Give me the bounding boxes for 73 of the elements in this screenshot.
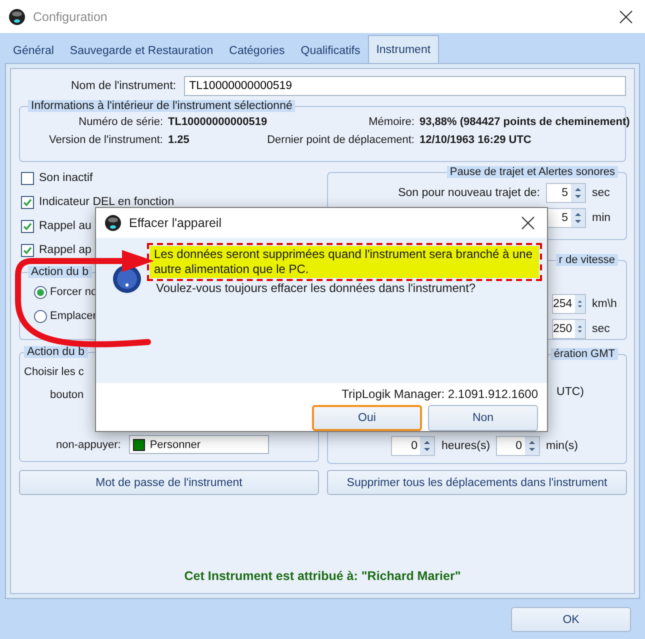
ok-button[interactable]: OK [511,607,631,632]
action-button[interactable]: Supprimer tous les déplacements dans l'instrument [327,470,627,495]
number-field[interactable]: 254 [552,294,586,314]
tab[interactable]: Catégories [221,37,293,63]
app-icon [8,8,26,26]
field-value: 12/10/1963 16:29 UTC [419,134,532,146]
radio-label: Emplacer [50,310,96,322]
checkbox-label: Rappel au [39,220,92,232]
unit-label: min [592,212,612,224]
checkbox[interactable] [21,220,34,232]
label-text: UTC) [556,386,584,400]
field-value: TL10000000000519 [168,116,268,128]
app-icon [104,214,122,232]
spin-arrows-icon[interactable] [525,437,540,455]
number-field[interactable]: 250 [552,318,586,338]
unit-label: sec [592,322,611,334]
action-button[interactable]: Mot de passe de l'instrument [19,470,319,495]
number-field[interactable]: 0 [391,436,436,456]
field-value: 93,88% (984427 points de cheminement) [419,116,630,128]
field-label: non-appuyer: [56,438,121,450]
field-value: 1.25 [168,134,190,146]
unit-label: sec [592,186,611,198]
group-title: Action du b [28,266,92,278]
field-label: Nom de l'instrument: [71,80,176,92]
dropdown[interactable]: Personner [128,435,269,454]
label-text: Choisir les c [24,364,85,380]
group-title: ération GMT [550,348,618,360]
group-title: Informations à l'intérieur de l'instrument sélectionné [28,100,296,112]
spin-arrows-icon[interactable] [571,208,585,226]
close-icon [619,10,633,24]
tab[interactable]: Instrument [368,35,439,64]
group-title: Pause de trajet et Alertes sonores [446,166,618,178]
spin-arrows-icon[interactable] [575,294,585,312]
radio-button[interactable] [34,310,47,322]
input-field[interactable]: TL10000000000519 [184,76,626,96]
spin-arrows-icon[interactable] [571,184,585,202]
group-title: Action du b [24,346,88,358]
color-swatch-icon [132,438,145,450]
number-field[interactable]: 5 [546,182,586,202]
dialog-button[interactable]: Non [428,405,538,431]
field-label: Version de l'instrument: [48,134,164,146]
field-label: Mémoire: [368,116,416,128]
number-field[interactable]: 5 [546,208,586,228]
spin-arrows-icon[interactable] [575,320,585,338]
label-text: bouton [49,388,85,402]
warning-text: Les données seront supprimées quand l'instrument sera branché à une autre alimentation que le PC. [150,246,539,278]
radio-button[interactable] [34,286,47,298]
unit-label: km\h [592,298,614,310]
checkbox[interactable] [21,172,34,184]
tab[interactable]: Général [5,37,62,63]
checkbox-label: Rappel ap [39,244,92,256]
unit-label: heures(s) [441,440,490,452]
unit-label: min(s) [546,440,578,452]
spin-arrows-icon[interactable] [420,437,434,455]
dialog-button[interactable]: Oui [312,405,422,431]
version-text: TripLogik Manager: 2.1091.912.1600 [342,387,538,401]
field-label: Numéro de série: [78,116,164,128]
window-title: Configuration [33,10,108,24]
group-title: r de vitesse [556,254,618,266]
tab[interactable]: Sauvegarde et Restauration [62,37,222,63]
close-icon [521,216,535,230]
tab[interactable]: Qualificatifs [292,37,368,63]
field-label: Dernier point de déplacement: [267,134,416,146]
dropdown-value: Personner [150,438,201,450]
checkbox-label: Indicateur DEL en fonction [39,196,174,208]
dialog-title: Effacer l'appareil [129,216,222,230]
field-label: Son pour nouveau trajet de: [398,186,540,198]
checkbox-label: Son inactif [39,172,93,184]
assignment-text: Cet Instrument est attribué à: "Richard Marier" [183,569,462,583]
question-text: Voulez-vous toujours effacer les données dans l'instrument? [155,281,477,295]
checkbox[interactable] [21,196,34,208]
number-field[interactable]: 0 [496,436,540,456]
checkbox[interactable] [21,244,34,256]
